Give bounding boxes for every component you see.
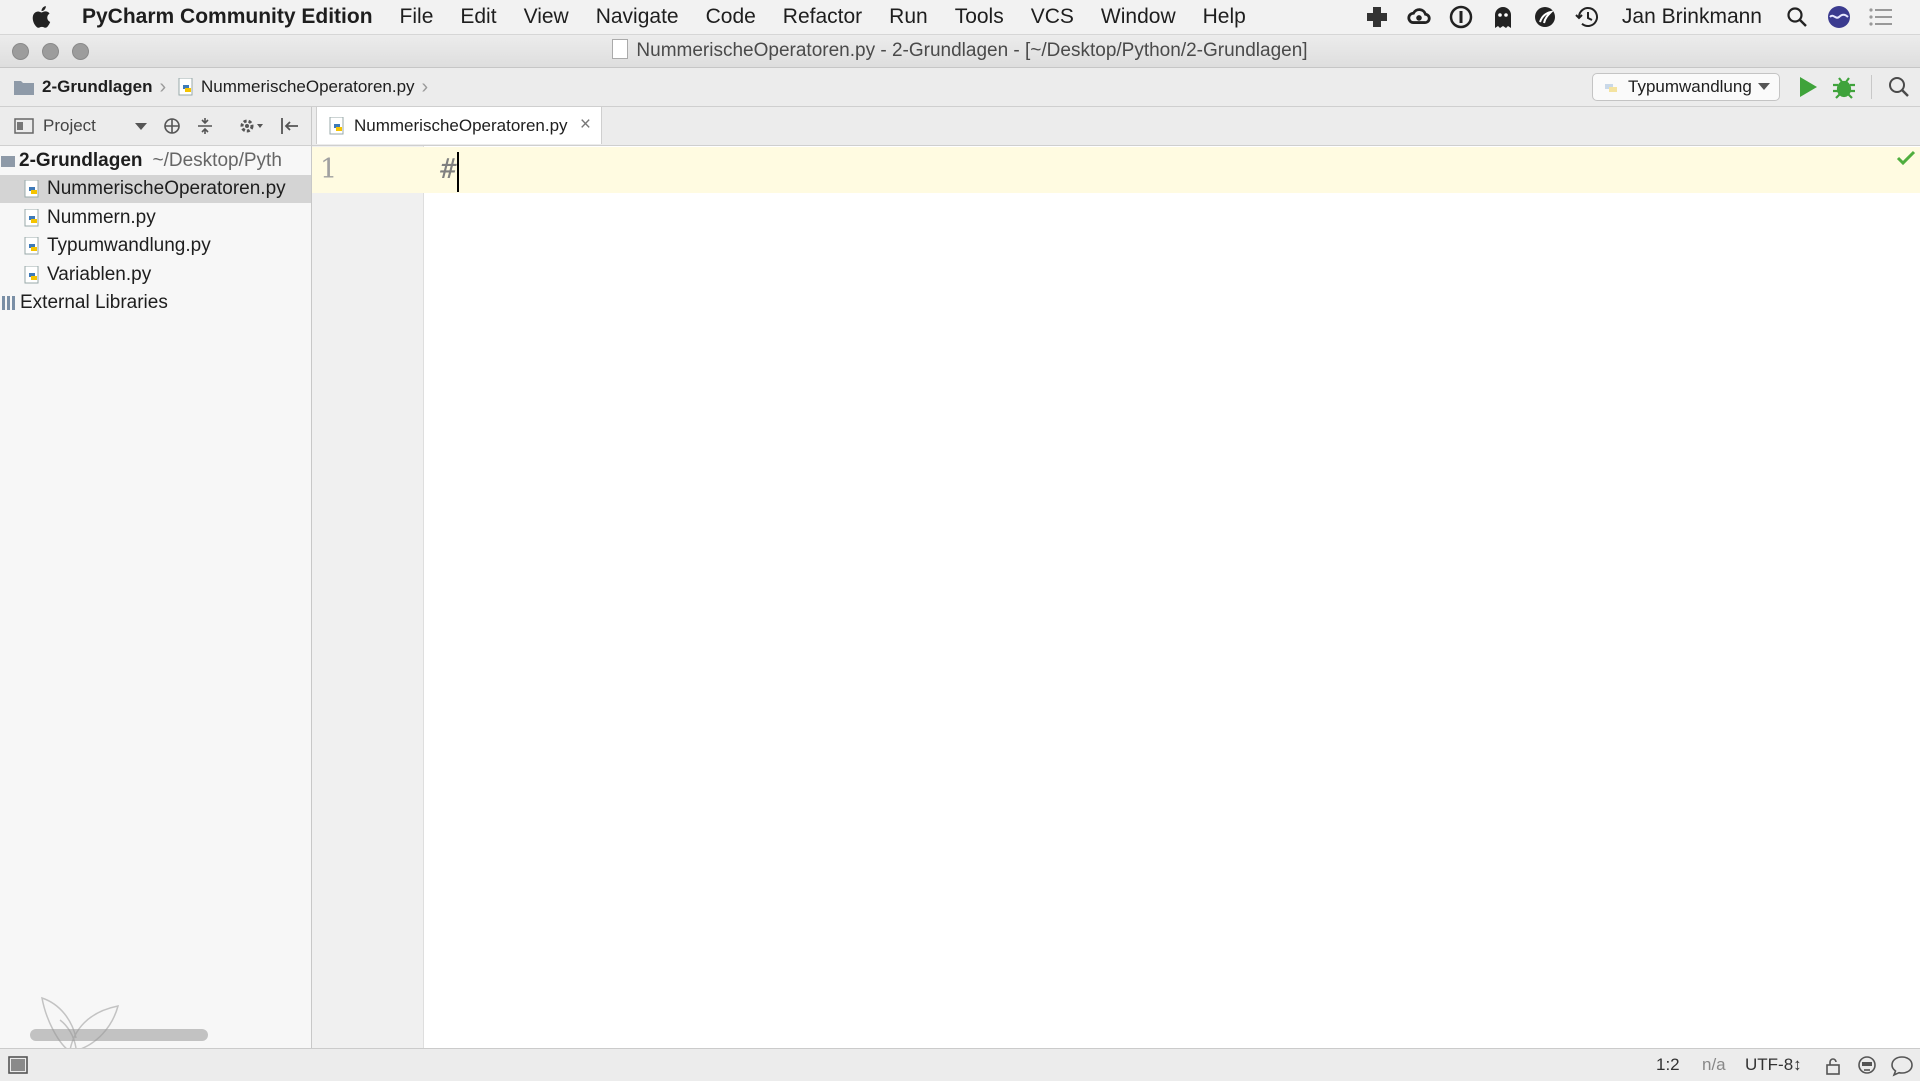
window-title-bar[interactable]: NummerischeOperatoren.py - 2-Grundlagen … xyxy=(0,35,1920,68)
python-file-icon xyxy=(24,266,39,284)
line-separator[interactable]: n/a xyxy=(1702,1049,1726,1081)
project-tree[interactable]: 2-Grundlagen ~/Desktop/Pyth NummerischeO… xyxy=(0,146,312,1048)
menu-view[interactable]: View xyxy=(524,5,569,29)
project-view-selector[interactable]: Project xyxy=(43,116,96,136)
python-file-icon xyxy=(24,180,39,198)
tree-file-label: Variablen.py xyxy=(47,264,152,285)
toolbar-divider xyxy=(1871,75,1872,99)
tree-file-nummern[interactable]: Nummern.py xyxy=(0,204,156,232)
libraries-icon xyxy=(2,296,15,310)
breadcrumb-separator-icon: › xyxy=(159,75,167,98)
menu-run[interactable]: Run xyxy=(889,5,928,29)
folder-icon xyxy=(1,156,15,167)
tree-file-label: NummerischeOperatoren.py xyxy=(47,178,286,199)
menu-file[interactable]: File xyxy=(400,5,434,29)
lock-icon[interactable] xyxy=(1825,1057,1841,1075)
python-file-icon xyxy=(178,78,193,96)
tree-file-variablen[interactable]: Variablen.py xyxy=(0,261,151,289)
tree-root-name: 2-Grundlagen xyxy=(19,150,143,171)
watermark-logo xyxy=(41,996,120,1051)
close-tab-icon[interactable]: × xyxy=(580,114,591,136)
code-line-1[interactable]: # xyxy=(440,152,457,185)
caret-position[interactable]: 1:2 xyxy=(1656,1049,1680,1081)
python-file-icon xyxy=(24,237,39,255)
debug-bug-icon[interactable] xyxy=(1832,75,1856,99)
fast-user-switch-name[interactable]: Jan Brinkmann xyxy=(1622,5,1762,29)
python-file-icon xyxy=(24,209,39,227)
run-configuration-label: Typumwandlung xyxy=(1628,77,1752,96)
window-title: NummerischeOperatoren.py - 2-Grundlagen … xyxy=(0,35,1920,67)
plus-cross-tray-icon[interactable] xyxy=(1364,4,1390,30)
breadcrumb-separator-icon: › xyxy=(421,75,429,98)
hide-panel-icon[interactable] xyxy=(280,117,300,135)
creative-cloud-tray-icon[interactable] xyxy=(1406,4,1432,30)
breadcrumb-file-label: NummerischeOperatoren.py xyxy=(201,77,415,96)
leaf-app-tray-icon[interactable] xyxy=(1532,4,1558,30)
inspection-ok-check-icon[interactable] xyxy=(1896,150,1916,166)
time-machine-tray-icon[interactable] xyxy=(1574,4,1600,30)
tree-external-libraries-label: External Libraries xyxy=(20,292,168,313)
menu-navigate[interactable]: Navigate xyxy=(596,5,679,29)
tree-file-typumwandlung[interactable]: Typumwandlung.py xyxy=(0,232,211,260)
tool-windows-toggle-icon[interactable] xyxy=(8,1056,28,1074)
notification-center-icon[interactable] xyxy=(1868,4,1894,30)
code-editor[interactable] xyxy=(424,146,1920,1048)
tree-root-folder[interactable]: 2-Grundlagen ~/Desktop/Pyth xyxy=(0,147,282,175)
folder-icon xyxy=(14,81,34,95)
collapse-all-icon[interactable] xyxy=(196,117,214,135)
menu-vcs[interactable]: VCS xyxy=(1031,5,1074,29)
inspector-face-icon[interactable] xyxy=(1857,1055,1877,1075)
breadcrumb-project[interactable]: 2-Grundlagen › xyxy=(14,68,166,106)
tree-file-nummerische-operatoren[interactable]: NummerischeOperatoren.py xyxy=(0,175,311,203)
tab-nummerische-operatoren[interactable]: NummerischeOperatoren.py × xyxy=(316,107,602,144)
spotlight-search-icon[interactable] xyxy=(1784,4,1810,30)
project-tool-window-header: Project xyxy=(0,107,312,146)
breadcrumb-file[interactable]: NummerischeOperatoren.py › xyxy=(178,68,428,106)
event-log-icon[interactable] xyxy=(1890,1055,1914,1077)
file-encoding[interactable]: UTF-8↕ xyxy=(1745,1049,1802,1081)
tree-file-label: Typumwandlung.py xyxy=(47,235,211,256)
menu-window[interactable]: Window xyxy=(1101,5,1176,29)
run-configuration-selector[interactable]: Typumwandlung xyxy=(1592,73,1780,101)
window-title-text: NummerischeOperatoren.py - 2-Grundlagen … xyxy=(636,40,1308,61)
menu-tools[interactable]: Tools xyxy=(955,5,1004,29)
run-play-icon[interactable] xyxy=(1798,76,1818,98)
app-menu-pycharm[interactable]: PyCharm Community Edition xyxy=(82,5,373,29)
tab-label: NummerischeOperatoren.py xyxy=(354,115,568,135)
tree-external-libraries[interactable]: External Libraries xyxy=(0,289,168,317)
document-icon xyxy=(612,39,629,59)
onepassword-tray-icon[interactable] xyxy=(1448,4,1474,30)
python-file-icon xyxy=(329,116,344,134)
scroll-from-source-icon[interactable] xyxy=(163,117,181,135)
siri-icon[interactable] xyxy=(1826,4,1852,30)
chevron-down-icon xyxy=(1758,83,1770,90)
text-caret xyxy=(457,152,459,192)
status-bar: 1:2 n/a UTF-8↕ xyxy=(0,1048,1920,1081)
tree-root-path: ~/Desktop/Pyth xyxy=(152,150,282,171)
macos-menu-bar: PyCharm Community Edition File Edit View… xyxy=(0,0,1920,35)
current-line-highlight xyxy=(312,147,1920,193)
menu-code[interactable]: Code xyxy=(706,5,756,29)
menu-help[interactable]: Help xyxy=(1203,5,1246,29)
apple-logo-icon[interactable] xyxy=(28,3,56,31)
project-view-icon xyxy=(14,118,34,134)
chevron-down-icon[interactable] xyxy=(135,123,147,130)
menu-refactor[interactable]: Refactor xyxy=(783,5,862,29)
menu-edit[interactable]: Edit xyxy=(460,5,496,29)
gear-settings-icon[interactable] xyxy=(238,117,264,135)
tree-file-label: Nummern.py xyxy=(47,207,156,228)
breadcrumb-project-label: 2-Grundlagen xyxy=(42,77,153,96)
editor-gutter[interactable] xyxy=(312,146,424,1048)
ghost-app-tray-icon[interactable] xyxy=(1490,4,1516,30)
line-number: 1 xyxy=(320,154,338,185)
navigation-bar: 2-Grundlagen › NummerischeOperatoren.py … xyxy=(0,68,1920,107)
search-everywhere-icon[interactable] xyxy=(1888,76,1910,98)
python-run-config-icon xyxy=(1605,84,1617,92)
editor-tab-bar: NummerischeOperatoren.py × xyxy=(312,107,1920,146)
